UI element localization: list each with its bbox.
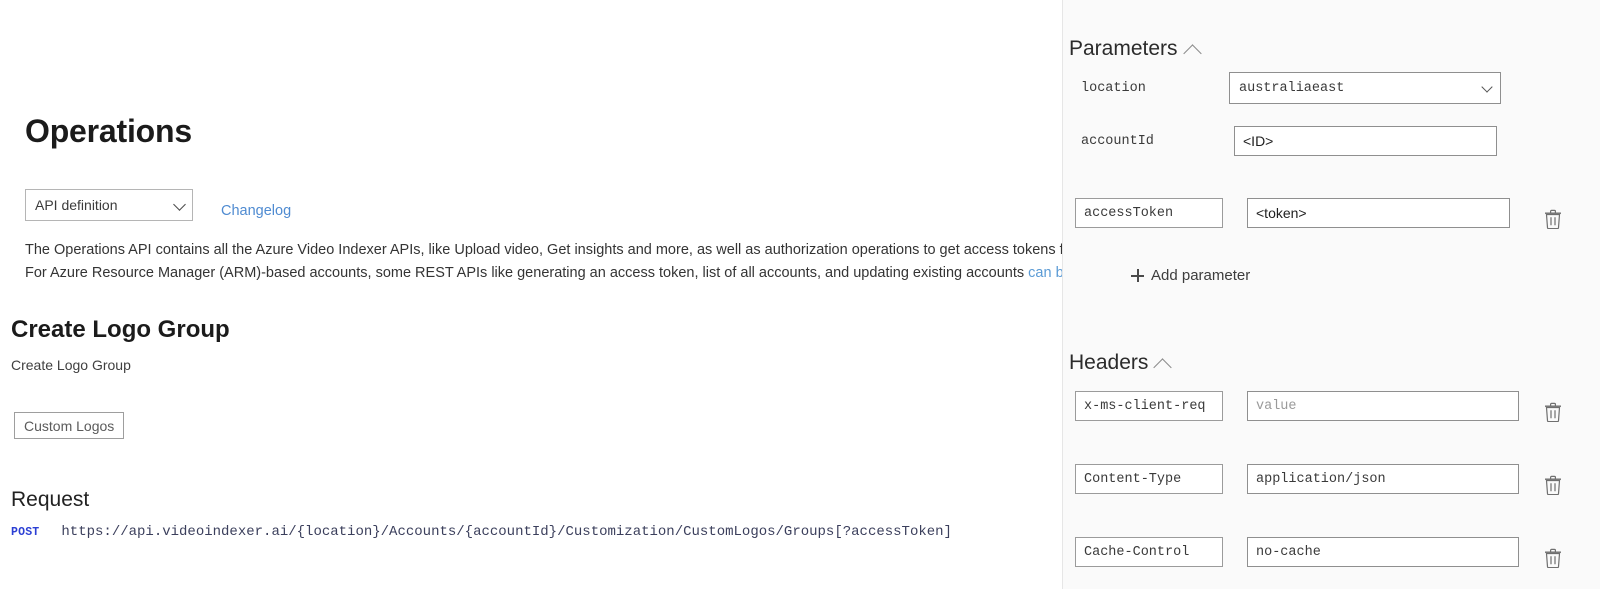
add-parameter-button[interactable]: Add parameter bbox=[1131, 267, 1250, 284]
request-method-badge: POST bbox=[11, 526, 40, 539]
chevron-up-icon[interactable] bbox=[1153, 357, 1173, 377]
parameter-value-input-accountid[interactable] bbox=[1234, 126, 1497, 156]
page-title: Operations bbox=[25, 113, 192, 149]
header-value-input-x-ms-client-req[interactable] bbox=[1247, 391, 1519, 421]
api-description-line-2-text: For Azure Resource Manager (ARM)-based a… bbox=[25, 264, 1029, 281]
api-description: The Operations API contains all the Azur… bbox=[25, 239, 1062, 284]
delete-header-icon-content-type[interactable] bbox=[1544, 475, 1562, 495]
parameter-name-accountid: accountId bbox=[1081, 133, 1154, 149]
request-heading: Request bbox=[11, 488, 90, 511]
api-definition-row: API definition Changelog bbox=[25, 189, 291, 221]
parameters-section-heading[interactable]: Parameters bbox=[1069, 37, 1202, 63]
add-parameter-label: Add parameter bbox=[1151, 267, 1251, 284]
parameter-value-input-accesstoken[interactable] bbox=[1247, 198, 1510, 228]
changelog-link[interactable]: Changelog bbox=[221, 203, 291, 219]
try-it-panel: Parameters location australiaeast accoun… bbox=[1062, 0, 1600, 589]
headers-section-heading[interactable]: Headers bbox=[1069, 351, 1173, 377]
parameter-row-accountid: accountId bbox=[1069, 126, 1589, 156]
parameter-value-select-location[interactable]: australiaeast bbox=[1229, 72, 1501, 104]
delete-header-icon-cache-control[interactable] bbox=[1544, 548, 1562, 568]
parameter-row-location: location australiaeast bbox=[1069, 72, 1589, 104]
parameter-name-input-accesstoken[interactable] bbox=[1075, 198, 1223, 228]
header-row-content-type bbox=[1069, 464, 1589, 494]
api-definition-select-wrap: API definition bbox=[25, 189, 193, 221]
parameter-name-location: location bbox=[1081, 80, 1146, 96]
operation-tag-button[interactable]: Custom Logos bbox=[14, 412, 125, 439]
delete-parameter-icon-accesstoken[interactable] bbox=[1544, 209, 1562, 229]
delete-header-icon-x-ms-client-req[interactable] bbox=[1544, 402, 1562, 422]
parameter-row-accesstoken bbox=[1069, 198, 1589, 228]
header-row-cache-control bbox=[1069, 537, 1589, 567]
headers-heading-label: Headers bbox=[1069, 351, 1149, 374]
page-root: Operations API definition Changelog The … bbox=[0, 0, 1600, 589]
header-value-input-content-type[interactable] bbox=[1247, 464, 1519, 494]
documentation-pane: Operations API definition Changelog The … bbox=[0, 0, 1062, 589]
request-line: POST https://api.videoindexer.ai/{locatio… bbox=[11, 524, 952, 540]
header-name-input-content-type[interactable] bbox=[1075, 464, 1223, 494]
api-description-line-1: The Operations API contains all the Azur… bbox=[25, 242, 1062, 258]
header-row-x-ms-client-req bbox=[1069, 391, 1589, 421]
header-name-input-x-ms-client-req[interactable] bbox=[1075, 391, 1223, 421]
chevron-up-icon[interactable] bbox=[1182, 43, 1202, 63]
arm-docs-link[interactable]: can be foun bbox=[1028, 265, 1062, 281]
header-name-input-cache-control[interactable] bbox=[1075, 537, 1223, 567]
api-definition-select[interactable]: API definition bbox=[25, 189, 193, 221]
parameters-heading-label: Parameters bbox=[1069, 37, 1178, 60]
api-description-line-2: For Azure Resource Manager (ARM)-based a… bbox=[25, 262, 1062, 285]
operation-title: Create Logo Group bbox=[11, 316, 230, 343]
operation-description: Create Logo Group bbox=[11, 357, 131, 373]
parameter-value-select-wrap-location: australiaeast bbox=[1229, 72, 1501, 104]
plus-icon bbox=[1131, 269, 1144, 282]
header-value-input-cache-control[interactable] bbox=[1247, 537, 1519, 567]
request-url: https://api.videoindexer.ai/{location}/A… bbox=[61, 524, 952, 540]
